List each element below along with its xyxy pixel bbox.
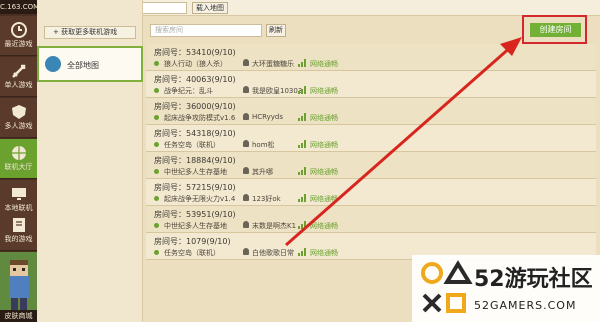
- network-status: 网络通畅: [310, 168, 338, 176]
- room-number: 房间号：36000(9/10): [154, 102, 236, 111]
- skin-store-label[interactable]: 皮肤商城: [0, 310, 37, 322]
- room-mode: 任务空岛（联机）: [164, 141, 220, 149]
- sword-icon: [11, 64, 25, 78]
- globe-icon: [11, 146, 26, 160]
- user-icon: [243, 167, 249, 174]
- map-dot-icon: [154, 61, 159, 66]
- room-host: 末数是啊杰K1: [252, 222, 297, 230]
- room-number: 房间号：53951(9/10): [154, 210, 236, 219]
- network-status: 网络通畅: [310, 87, 338, 95]
- room-host: hom松: [252, 141, 275, 149]
- room-host: 大环蛋糖糖乐: [252, 60, 294, 68]
- room-number: 房间号：40063(9/10): [154, 75, 236, 84]
- room-number: 房间号：53410(9/10): [154, 48, 236, 57]
- room-row[interactable]: 房间号：53951(9/10) 中世纪多人生存基地 末数是啊杰K1 网络通畅: [146, 206, 596, 233]
- user-icon: [243, 113, 249, 120]
- signal-icon: [298, 113, 307, 121]
- signal-icon: [298, 167, 307, 175]
- room-host: 白他歌歌日常: [252, 249, 294, 257]
- room-host: 我是欧皇10303: [252, 87, 303, 95]
- network-status: 网络通畅: [310, 195, 338, 203]
- network-status: 网络通畅: [310, 141, 338, 149]
- map-globe-icon: [45, 56, 61, 72]
- nav-online-lobby[interactable]: 联机大厅: [0, 139, 37, 179]
- room-number: 房间号：18884(9/10): [154, 156, 236, 165]
- room-number: 房间号：57215(9/10): [154, 183, 236, 192]
- watermark-brand: 52游玩社区: [474, 267, 593, 292]
- room-row[interactable]: 房间号：54318(9/10) 任务空岛（联机） hom松 网络通畅: [146, 125, 596, 152]
- left-icon-nav: C.163.COM 最近游戏 单人游戏 多人游戏 联机大厅 本地联机 我的游戏: [0, 0, 37, 322]
- network-status: 网络通畅: [310, 60, 338, 68]
- room-mode: 起床战争无限火力v1.4: [164, 195, 236, 203]
- network-status: 网络通畅: [310, 114, 338, 122]
- room-mode: 起床战争攻防模式v1.6: [164, 114, 236, 122]
- room-row[interactable]: 房间号：57215(9/10) 起床战争无限火力v1.4 123好ok 网络通畅: [146, 179, 596, 206]
- get-more-games-button[interactable]: + 获取更多联机游戏: [44, 26, 136, 39]
- site-label: C.163.COM: [0, 0, 37, 14]
- network-status: 网络通畅: [310, 249, 338, 257]
- map-dot-icon: [154, 115, 159, 120]
- room-number: 房间号：1079(9/10): [154, 237, 231, 246]
- book-icon: [12, 218, 25, 232]
- map-dot-icon: [154, 250, 159, 255]
- room-list: 房间号：53410(9/10) 狼人行动（狼人杀） 大环蛋糖糖乐 网络通畅 房间…: [146, 44, 596, 260]
- room-row[interactable]: 房间号：36000(9/10) 起床战争攻防模式v1.6 HCRyyds 网络通…: [146, 98, 596, 125]
- monitor-icon: [11, 188, 26, 200]
- map-dot-icon: [154, 223, 159, 228]
- room-mode: 中世纪多人生存基地: [164, 222, 227, 230]
- nav-label: 最近游戏: [4, 40, 33, 48]
- signal-icon: [298, 248, 307, 256]
- shield-icon: [11, 105, 26, 119]
- map-dot-icon: [154, 196, 159, 201]
- create-room-button[interactable]: 创建房间: [530, 23, 581, 37]
- player-avatar[interactable]: [0, 252, 37, 310]
- user-icon: [243, 248, 249, 255]
- nav-label: 单人游戏: [4, 81, 33, 89]
- room-number: 房间号：54318(9/10): [154, 129, 236, 138]
- watermark: 52游玩社区 52GAMERS.COM: [412, 255, 600, 322]
- map-dot-icon: [154, 142, 159, 147]
- nav-recent-games[interactable]: 最近游戏: [0, 16, 37, 56]
- all-maps-category[interactable]: 全部地图: [37, 46, 143, 82]
- room-mode: 狼人行动（狼人杀）: [164, 60, 227, 68]
- signal-icon: [298, 59, 307, 67]
- map-dot-icon: [154, 169, 159, 174]
- room-mode: 中世纪多人生存基地: [164, 168, 227, 176]
- user-icon: [243, 59, 249, 66]
- signal-icon: [298, 221, 307, 229]
- all-maps-label: 全部地图: [67, 61, 99, 70]
- room-host: HCRyyds: [252, 113, 284, 121]
- room-host: 123好ok: [252, 195, 281, 203]
- nav-multiplayer[interactable]: 多人游戏: [0, 98, 37, 138]
- nav-label: 我的游戏: [4, 235, 33, 243]
- room-mode: 任务空岛（联机）: [164, 249, 220, 257]
- nav-label: 多人游戏: [4, 122, 33, 130]
- nav-label: 联机大厅: [4, 163, 33, 171]
- room-row[interactable]: 房间号：40063(9/10) 战争纪元：乱斗 我是欧皇10303 网络通畅: [146, 71, 596, 98]
- user-icon: [243, 194, 249, 201]
- signal-icon: [298, 86, 307, 94]
- user-icon: [243, 221, 249, 228]
- room-search-input[interactable]: 搜索房间: [150, 24, 262, 37]
- signal-icon: [298, 194, 307, 202]
- room-mode: 战争纪元：乱斗: [164, 87, 213, 95]
- gamepad-symbols-icon: [421, 260, 473, 313]
- user-icon: [243, 86, 249, 93]
- room-host: 其升哪: [252, 168, 273, 176]
- network-status: 网络通畅: [310, 222, 338, 230]
- user-icon: [243, 140, 249, 147]
- room-row[interactable]: 房间号：18884(9/10) 中世纪多人生存基地 其升哪 网络通畅: [146, 152, 596, 179]
- character-icon: [0, 252, 37, 310]
- map-dot-icon: [154, 88, 159, 93]
- watermark-url: 52GAMERS.COM: [474, 299, 577, 312]
- refresh-button[interactable]: 刷新: [266, 24, 286, 37]
- load-map-button[interactable]: 载入地图: [192, 2, 228, 14]
- create-room-highlight: 创建房间: [522, 15, 587, 44]
- nav-single-player[interactable]: 单人游戏: [0, 57, 37, 97]
- nav-my-games[interactable]: 我的游戏: [0, 211, 37, 251]
- room-row[interactable]: 房间号：53410(9/10) 狼人行动（狼人杀） 大环蛋糖糖乐 网络通畅: [146, 44, 596, 71]
- clock-icon: [10, 22, 27, 38]
- signal-icon: [298, 140, 307, 148]
